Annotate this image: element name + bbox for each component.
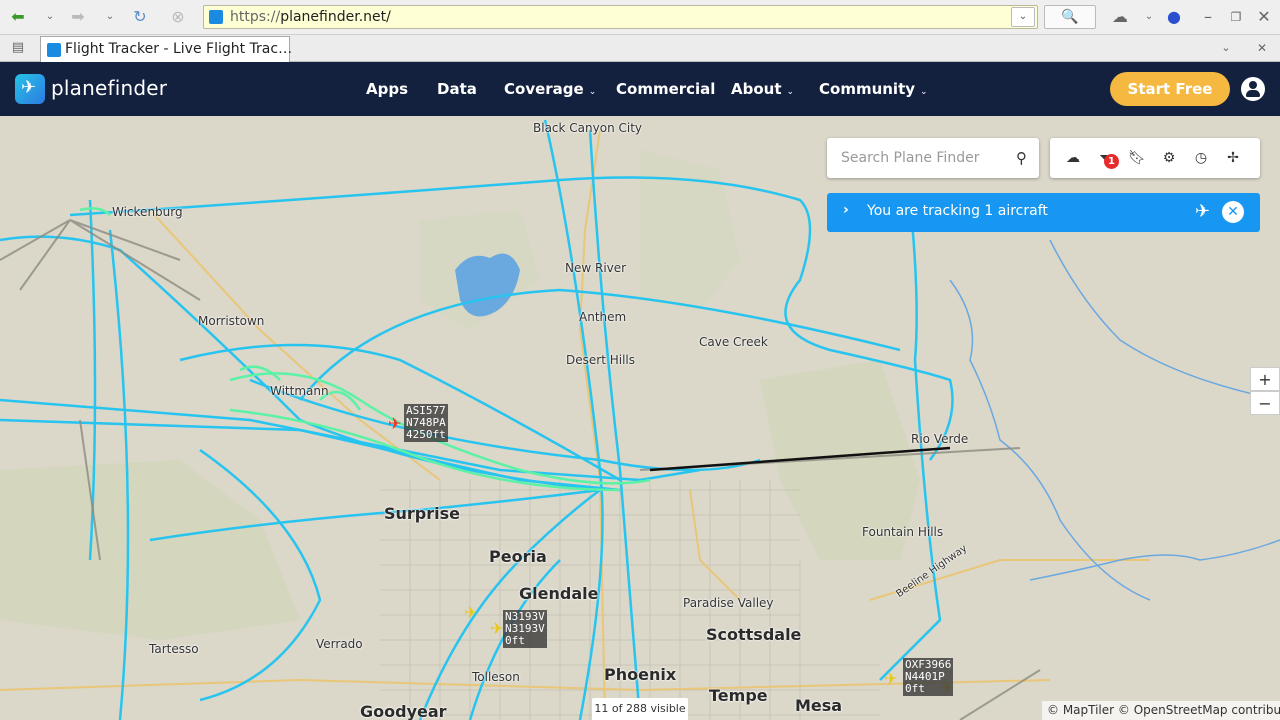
place-label: Surprise <box>384 504 461 523</box>
zoom-out-button[interactable]: − <box>1250 391 1280 415</box>
nav-data[interactable]: Data <box>437 62 477 116</box>
tracking-banner[interactable]: › You are tracking 1 aircraft ✈ ✕ <box>827 193 1260 232</box>
aircraft-label[interactable]: OXF3966 N4401P 0ft <box>903 658 954 696</box>
tab-flight-tracker[interactable]: Flight Tracker - Live Flight Trac… <box>40 36 293 62</box>
map-tools-panel: ☁ ⏷ 🔖︎ ⚙ ◷ ✢ <box>1050 138 1260 178</box>
chevron-right-icon[interactable]: › <box>843 202 849 218</box>
aircraft-icon[interactable]: ✈ <box>884 671 897 687</box>
settings-gear-icon[interactable]: ⚙ <box>1160 149 1178 167</box>
place-label: Glendale <box>519 584 599 603</box>
url-text[interactable]: https://planefinder.net/ <box>230 9 391 25</box>
aircraft-icon[interactable]: ✈ <box>464 605 477 621</box>
visible-count: 11 of 288 visible <box>592 698 688 720</box>
start-free-trial-button[interactable]: Start Free Trial <box>1110 72 1230 132</box>
place-label: Tartesso <box>149 642 199 656</box>
filter-count-badge: 1 <box>1104 154 1119 169</box>
place-label: Tolleson <box>472 670 520 684</box>
tab-favicon <box>47 43 61 57</box>
account-icon[interactable] <box>1241 77 1265 101</box>
forward-history-chevron-icon[interactable]: ⌄ <box>98 6 122 28</box>
place-label: Wittmann <box>270 384 329 398</box>
place-label: Wickenburg <box>112 205 183 219</box>
place-label: Tempe <box>709 686 768 705</box>
brand-name: planefinder <box>51 76 168 100</box>
tab-list-icon[interactable]: ▤ <box>6 37 30 59</box>
zoom-in-button[interactable]: + <box>1250 367 1280 391</box>
tabs-dropdown-icon[interactable]: ⌄ <box>1214 37 1238 59</box>
profile-icon[interactable]: ● <box>1162 6 1186 28</box>
place-label: Verrado <box>316 637 363 651</box>
place-label: Morristown <box>198 314 265 328</box>
place-label: Rio Verde <box>911 432 969 446</box>
place-label: Anthem <box>579 310 627 324</box>
back-icon[interactable]: ⬅ <box>6 6 30 28</box>
weather-icon[interactable]: ☁ <box>1064 149 1082 167</box>
search-icon[interactable]: ⚲ <box>1016 149 1027 167</box>
browser-toolbar: ⬅ ⌄ ➡ ⌄ ↻ ⊗ https://planefinder.net/ ⌄ 🔍… <box>0 0 1280 35</box>
site-favicon <box>209 10 223 24</box>
bookmark-icon[interactable]: 🔖︎ <box>1128 149 1146 167</box>
place-label: Black Canyon City <box>533 121 643 135</box>
aircraft-icon[interactable]: ✈ <box>388 416 401 432</box>
tab-title: Flight Tracker - Live Flight Trac… <box>65 41 293 57</box>
playback-icon[interactable]: ✢ <box>1224 149 1242 167</box>
aircraft-icon: ✈ <box>1195 201 1211 222</box>
place-label: Peoria <box>489 547 547 566</box>
forward-icon[interactable]: ➡ <box>66 6 90 28</box>
close-icon[interactable]: ✕ <box>1222 201 1244 223</box>
nav-commercial[interactable]: Commercial <box>616 62 715 116</box>
place-label: Desert Hills <box>566 353 635 367</box>
menu-chevron-icon[interactable]: ⌄ <box>1137 6 1161 28</box>
reload-icon[interactable]: ↻ <box>128 6 152 28</box>
aircraft-label[interactable]: ASI577 N748PA 4250ft <box>404 404 448 442</box>
plane-search-input[interactable] <box>841 138 1001 178</box>
place-label: Mesa <box>795 696 843 715</box>
close-tab-icon[interactable]: ✕ <box>1250 37 1274 59</box>
close-window-icon[interactable]: ✕ <box>1252 6 1276 28</box>
minimize-icon[interactable]: – <box>1196 6 1220 28</box>
url-bar[interactable]: https://planefinder.net/ ⌄ <box>203 5 1038 29</box>
chevron-down-icon: ⌄ <box>786 87 795 97</box>
back-history-chevron-icon[interactable]: ⌄ <box>38 6 62 28</box>
restore-icon[interactable]: ❐ <box>1224 6 1248 28</box>
place-label: New River <box>565 261 627 275</box>
map-attribution[interactable]: © MapTiler © OpenStreetMap contributors <box>1042 701 1280 720</box>
place-label: Cave Creek <box>699 335 768 349</box>
place-label: Paradise Valley <box>683 596 774 610</box>
planefinder-logo-icon <box>15 74 45 104</box>
place-label: Fountain Hills <box>862 525 944 539</box>
tracking-message: You are tracking 1 aircraft <box>867 203 1048 219</box>
url-dropdown-icon[interactable]: ⌄ <box>1011 7 1035 27</box>
chevron-down-icon: ⌄ <box>588 87 597 97</box>
stop-icon[interactable]: ⊗ <box>166 6 190 28</box>
plane-search: ⚲ <box>827 138 1039 178</box>
place-label: Goodyear <box>360 702 447 720</box>
aircraft-label[interactable]: N3193V N3193V 0ft <box>503 610 547 648</box>
nav-about[interactable]: About ⌄ <box>731 62 794 116</box>
extension-icon[interactable]: ☁ <box>1108 6 1132 28</box>
place-label: Scottsdale <box>706 625 802 644</box>
place-label: Phoenix <box>604 665 677 684</box>
history-clock-icon[interactable]: ◷ <box>1192 149 1210 167</box>
nav-apps[interactable]: Apps <box>366 62 408 116</box>
browser-search-button[interactable]: 🔍 <box>1044 5 1096 29</box>
chevron-down-icon: ⌄ <box>920 87 928 97</box>
nav-coverage[interactable]: Coverage ⌄ <box>504 62 596 116</box>
aircraft-icon[interactable]: ✈ <box>490 621 503 637</box>
tab-bar: ▤ Flight Tracker - Live Flight Trac… ⌄ ✕ <box>0 35 1280 62</box>
nav-community[interactable]: Community ⌄ <box>819 62 928 116</box>
